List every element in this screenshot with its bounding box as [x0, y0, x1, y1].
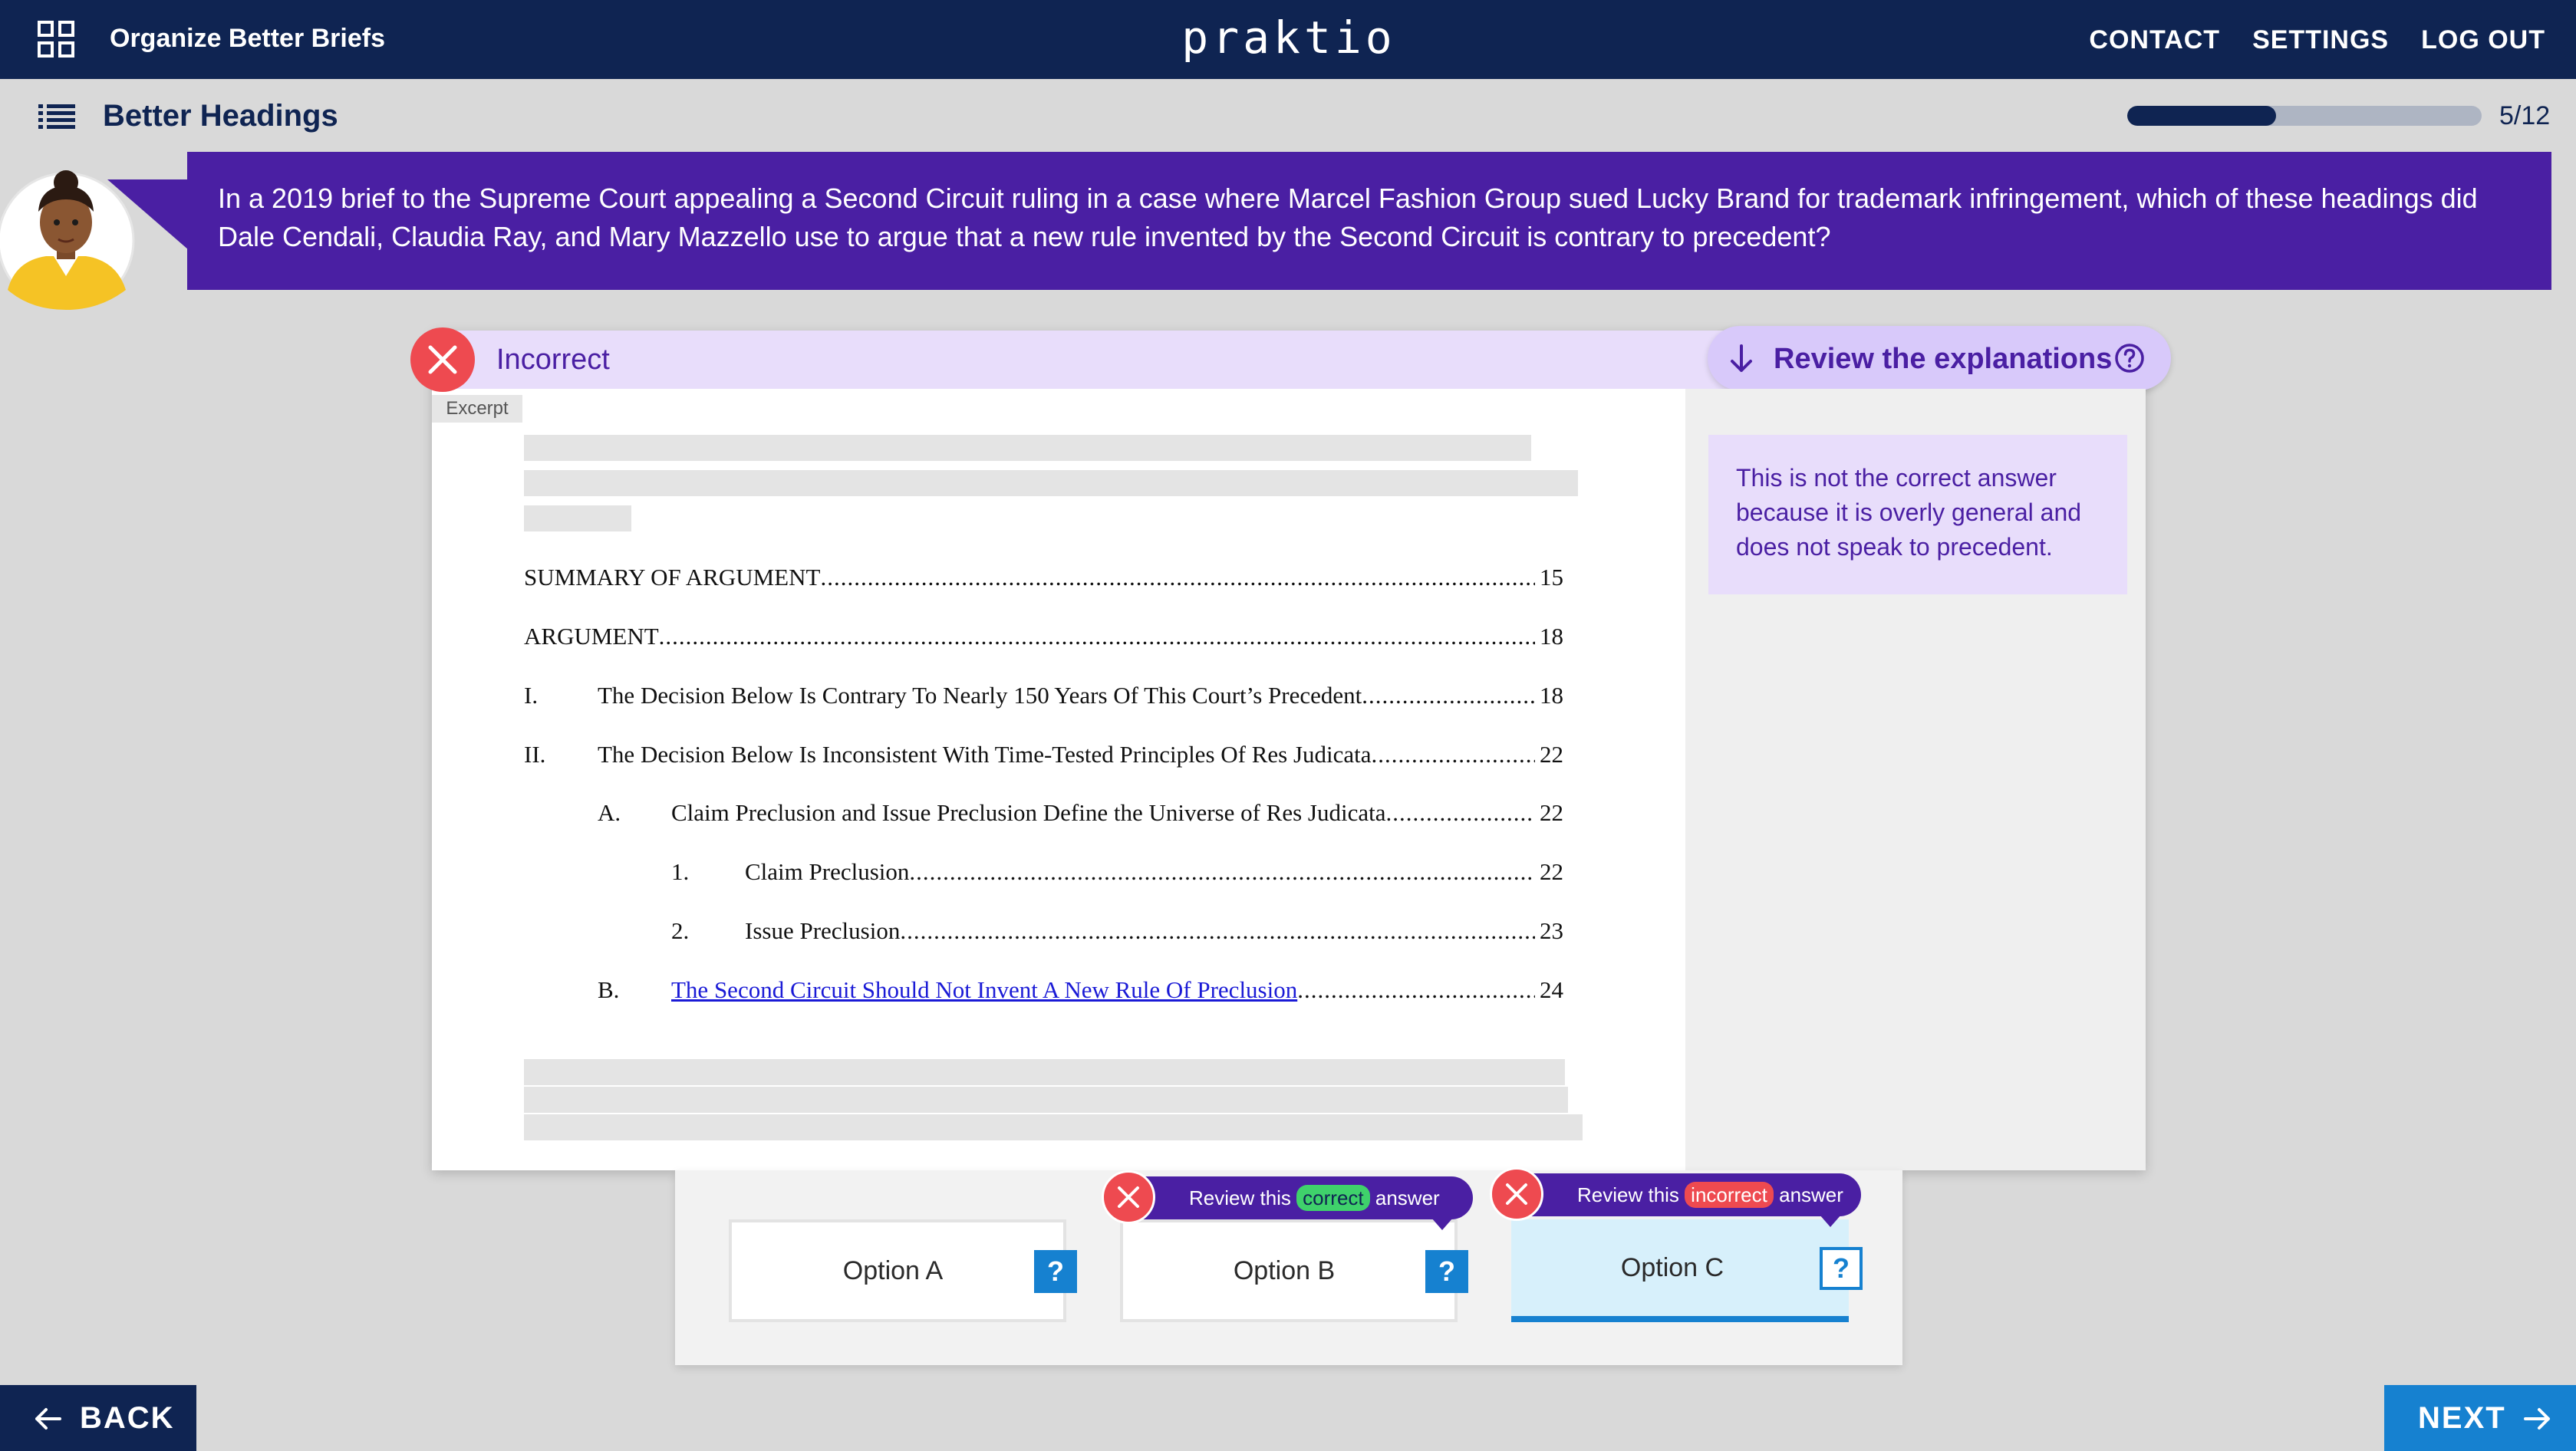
toc-leader: ........................................…: [1297, 976, 1535, 1003]
toc-entry: 1. Claim Preclusion ....................…: [524, 857, 1563, 887]
toc-leader: ........................................…: [1362, 682, 1535, 709]
toc-entry-number: 2.: [671, 917, 690, 944]
option-a-label: Option A: [842, 1256, 944, 1285]
option-a[interactable]: Option A ?: [729, 1219, 1077, 1322]
review-explanations-button[interactable]: Review the explanations: [1708, 326, 2171, 390]
arrow-down-icon: [1731, 344, 1752, 372]
toc-entry-number: I.: [524, 682, 539, 709]
progress-fill: [2127, 106, 2277, 126]
contact-link[interactable]: CONTACT: [2089, 23, 2220, 57]
toc-leader: ........................................…: [658, 623, 1535, 650]
result-bar: Incorrect Review the explanations: [410, 326, 2171, 392]
speech-bubble-tail: [107, 179, 189, 250]
review-prefix: Review this: [1189, 1186, 1291, 1209]
option-b-label: Option B: [1233, 1256, 1336, 1285]
review-prefix: Review this: [1577, 1183, 1679, 1206]
correct-badge: correct: [1296, 1185, 1370, 1211]
option-b[interactable]: Review this correct answer Option B ?: [1102, 1170, 1473, 1322]
brief-excerpt: Excerpt SUMMARY OF ARGUMENT ............…: [432, 389, 1685, 1170]
incorrect-badge: incorrect: [1685, 1182, 1774, 1208]
review-suffix: answer: [1375, 1186, 1440, 1209]
toc-entry-page: 22: [1540, 858, 1563, 885]
toc-entry: 2. Issue Preclusion ....................…: [524, 916, 1563, 946]
toc-entry-page: 22: [1540, 741, 1563, 768]
toc-leader: ........................................…: [820, 564, 1535, 591]
toc-entry: SUMMARY OF ARGUMENT ....................…: [524, 562, 1563, 593]
explanation-text: This is not the correct answer because i…: [1708, 435, 2127, 594]
logout-link[interactable]: LOG OUT: [2421, 23, 2545, 57]
progress-counter: 5/12: [2499, 101, 2551, 130]
progress-bar: [2127, 106, 2482, 126]
option-c-help-button[interactable]: ?: [1820, 1247, 1863, 1290]
toc-entry-text: The Decision Below Is Inconsistent With …: [598, 741, 1372, 768]
result-card: Incorrect Review the explanations Excerp…: [410, 326, 2171, 1170]
lesson-title: Better Headings: [103, 99, 338, 133]
toc-entry-page: 22: [1540, 799, 1563, 826]
toc-leader: ........................................…: [1385, 799, 1536, 826]
next-button[interactable]: NEXT: [2384, 1385, 2576, 1451]
grid-menu-icon[interactable]: [37, 20, 75, 58]
toc-entry: B. The Second Circuit Should Not Invent …: [524, 975, 1563, 1005]
option-c-label: Option C: [1620, 1253, 1724, 1282]
toc-entry-text: ARGUMENT: [524, 623, 659, 650]
option-b-help-button[interactable]: ?: [1425, 1250, 1468, 1293]
toc-entry-text: Claim Preclusion and Issue Preclusion De…: [671, 799, 1386, 826]
review-explanations-label: Review the explanations: [1774, 343, 2113, 375]
toc-entry: II. The Decision Below Is Inconsistent W…: [524, 739, 1563, 770]
toc-entry-text: The Decision Below Is Contrary To Nearly…: [598, 682, 1362, 709]
redacted-line: [524, 1059, 1565, 1085]
toc-leader: ........................................…: [900, 917, 1535, 944]
back-button[interactable]: BACK: [0, 1385, 196, 1451]
toc-entry-number: A.: [598, 799, 621, 826]
toc-entry-number: II.: [524, 741, 546, 768]
settings-link[interactable]: SETTINGS: [2252, 23, 2389, 57]
review-correct-answer-tag[interactable]: Review this correct answer: [1112, 1176, 1473, 1230]
toc-entry-text: Issue Preclusion: [745, 917, 901, 944]
top-nav: CONTACT SETTINGS LOG OUT: [2089, 23, 2545, 57]
course-title: Organize Better Briefs: [110, 24, 385, 53]
redacted-line: [524, 1087, 1568, 1113]
top-bar: Organize Better Briefs praktio CONTACT S…: [0, 0, 2576, 79]
toc-entry: I. The Decision Below Is Contrary To Nea…: [524, 680, 1563, 711]
result-status: Incorrect: [496, 344, 610, 376]
explanation-panel: This is not the correct answer because i…: [1685, 389, 2146, 1170]
incorrect-x-icon: [1490, 1167, 1543, 1221]
back-label: BACK: [80, 1401, 175, 1435]
selected-heading-link[interactable]: The Second Circuit Should Not Invent A N…: [671, 975, 1297, 1005]
review-incorrect-answer-tag[interactable]: Review this incorrect answer: [1500, 1173, 1861, 1227]
incorrect-x-icon: [410, 327, 475, 392]
praktio-logo[interactable]: praktio: [1105, 11, 1473, 64]
toc-entry-text: SUMMARY OF ARGUMENT: [524, 564, 821, 591]
toc-entry-text: Claim Preclusion: [745, 858, 910, 885]
arrow-left-icon: [35, 1408, 61, 1430]
toc-leader: ........................................…: [909, 858, 1535, 885]
toc-entry-page: 18: [1540, 682, 1563, 709]
help-circle-icon[interactable]: [2114, 343, 2145, 373]
toc-entry: A. Claim Preclusion and Issue Preclusion…: [524, 798, 1563, 828]
toc-leader: ........................................…: [1371, 741, 1535, 768]
next-label: NEXT: [2418, 1401, 2506, 1435]
toc-entry-page: 18: [1540, 623, 1563, 650]
toc-entry-number: B.: [598, 976, 620, 1003]
question-text: In a 2019 brief to the Supreme Court app…: [187, 152, 2551, 290]
toc-entry-page: 23: [1540, 917, 1563, 944]
toc-entry-page: 24: [1540, 976, 1563, 1003]
incorrect-x-icon: [1102, 1170, 1155, 1224]
review-suffix: answer: [1779, 1183, 1843, 1206]
table-of-contents: SUMMARY OF ARGUMENT ....................…: [432, 389, 1685, 1170]
option-c[interactable]: Review this incorrect answer Option C ?: [1490, 1167, 1863, 1322]
toc-entry-number: 1.: [671, 858, 690, 885]
option-a-help-button[interactable]: ?: [1034, 1250, 1077, 1293]
toc-entry-page: 15: [1540, 564, 1563, 591]
toc-entry: ARGUMENT ...............................…: [524, 621, 1563, 652]
redacted-line: [524, 1114, 1583, 1140]
answer-options: Option A ? Review this correct answer Op…: [675, 1167, 1902, 1365]
lesson-list-icon[interactable]: [38, 103, 75, 130]
arrow-right-icon: [2524, 1408, 2550, 1430]
